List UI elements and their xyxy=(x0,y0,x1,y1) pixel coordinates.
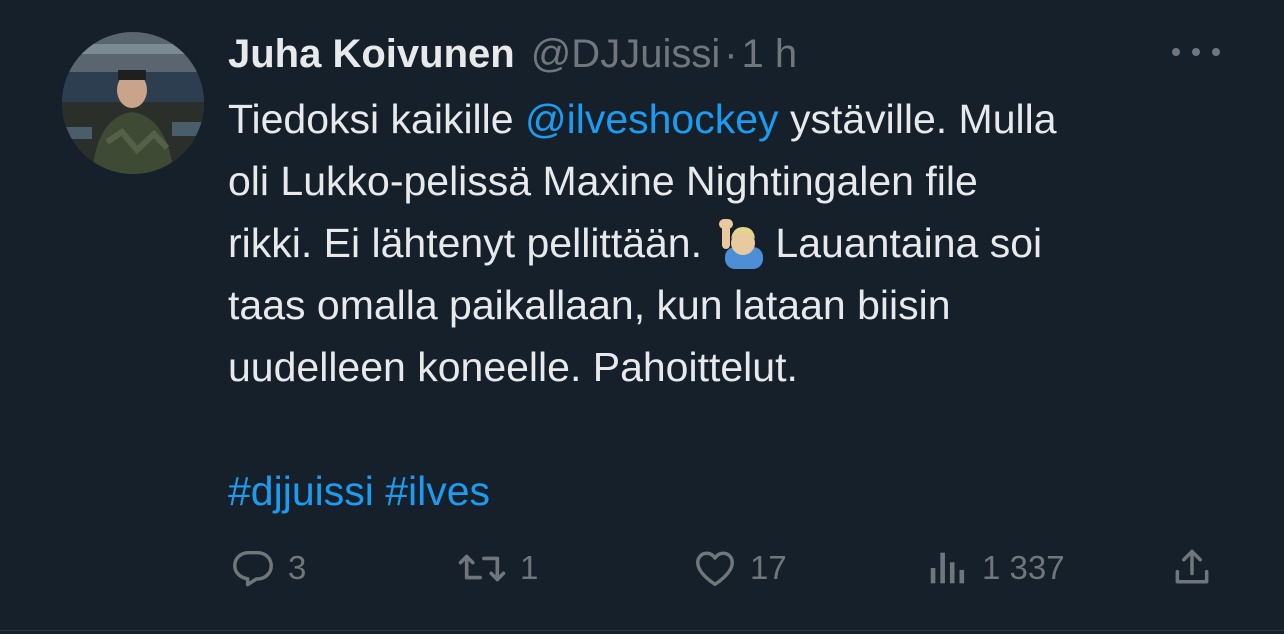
retweet-count: 1 xyxy=(520,549,539,586)
tweet-line-1: Tiedoksi kaikille @ilveshockey ystäville… xyxy=(228,96,1057,142)
tweet-line-4: taas omalla paikallaan, kun lataan biisi… xyxy=(228,282,951,328)
reply-count: 3 xyxy=(288,549,307,586)
hashtag-links[interactable]: #djjuissi #ilves xyxy=(228,468,490,514)
like-count: 17 xyxy=(750,549,787,586)
share-icon xyxy=(1175,549,1209,584)
share-button[interactable] xyxy=(1170,540,1214,596)
tweet-timestamp[interactable]: 1 h xyxy=(742,32,798,77)
reply-icon xyxy=(233,550,273,587)
divider xyxy=(0,630,1284,631)
author-name[interactable]: Juha Koivunen xyxy=(228,32,515,77)
tweet-card[interactable]: Juha Koivunen @DJJuissi · 1 h Tiedoksi k… xyxy=(0,0,1284,634)
heart-icon xyxy=(696,551,734,587)
tweet-text: Tiedoksi kaikille @ilveshockey ystäville… xyxy=(228,88,1228,398)
views-count: 1 337 xyxy=(982,549,1065,586)
retweet-icon xyxy=(458,554,506,582)
tweet-line-2: oli Lukko-pelissä Maxine Nightingalen fi… xyxy=(228,158,978,204)
like-button[interactable]: 17 xyxy=(692,540,787,596)
views-button[interactable]: 1 337 xyxy=(926,540,1065,596)
mention-link[interactable]: @ilveshockey xyxy=(525,96,779,142)
hashtags: #djjuissi #ilves xyxy=(228,460,490,522)
avatar-photo xyxy=(62,32,204,174)
views-chart-icon xyxy=(930,552,965,584)
tweet-actions: 3 1 17 1 337 xyxy=(0,540,1284,596)
tweet-line-3: rikki. Ei lähtenyt pellittään. Lauantain… xyxy=(228,212,1228,274)
avatar[interactable] xyxy=(62,32,204,174)
more-options-icon[interactable] xyxy=(1172,38,1220,66)
separator-dot: · xyxy=(724,31,738,76)
raising-hand-emoji xyxy=(717,217,769,269)
reply-button[interactable]: 3 xyxy=(230,540,306,596)
tweet-header: Juha Koivunen @DJJuissi · 1 h xyxy=(228,28,797,80)
tweet-line-5: uudelleen koneelle. Pahoittelut. xyxy=(228,344,798,390)
author-handle[interactable]: @DJJuissi xyxy=(531,32,721,77)
retweet-button[interactable]: 1 xyxy=(456,540,538,596)
